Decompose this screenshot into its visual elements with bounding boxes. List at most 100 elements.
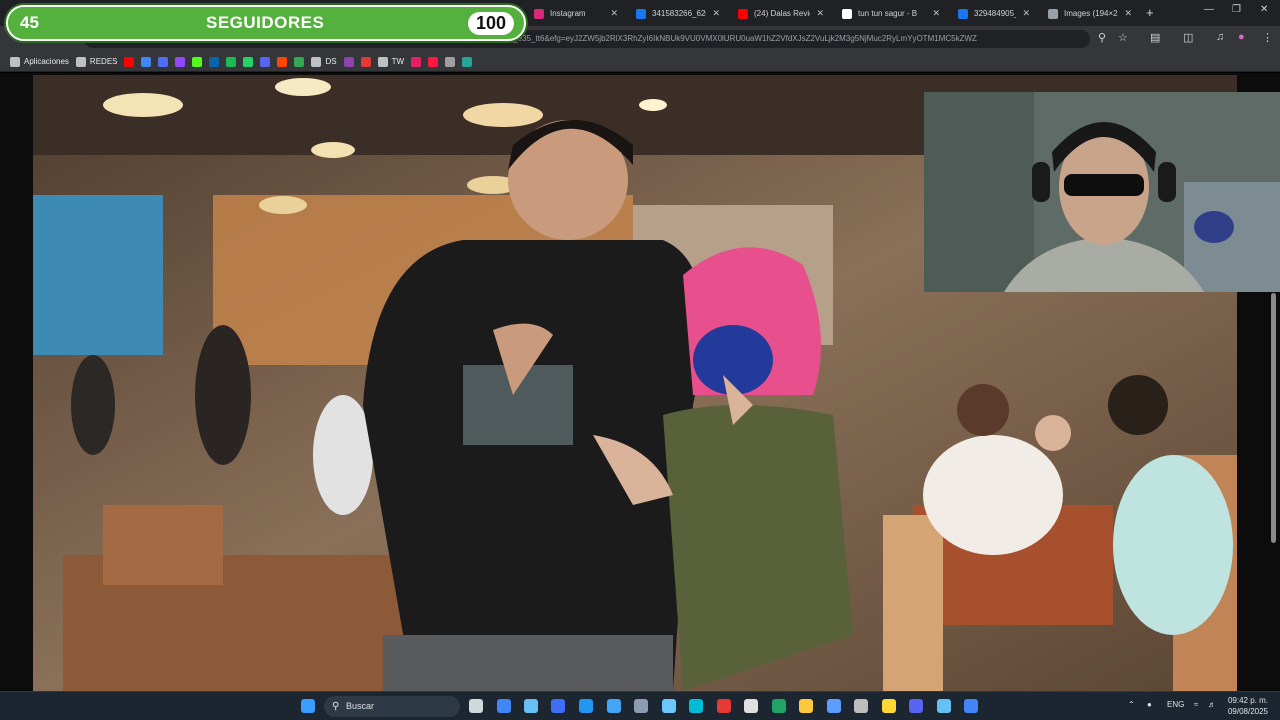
app-icon[interactable] — [744, 699, 758, 713]
browser-tab[interactable]: 329484905_8935 ✕ — [950, 3, 1038, 24]
side-panel-icon[interactable]: ◫ — [1183, 31, 1193, 44]
windows-start-icon[interactable] — [301, 699, 315, 713]
terminal-icon[interactable] — [469, 699, 483, 713]
browser-tab[interactable]: (24) Dalas Review ✕ — [730, 3, 832, 24]
app-icon[interactable] — [717, 699, 731, 713]
spotify-icon — [226, 56, 237, 67]
steam-icon[interactable] — [937, 699, 951, 713]
discord-icon — [260, 56, 271, 67]
bookmark-star-icon[interactable]: ☆ — [1118, 31, 1128, 44]
bookmark-item[interactable]: TW — [377, 56, 404, 67]
bookmark-label: REDES — [89, 57, 118, 66]
bookmark-item[interactable] — [175, 56, 186, 67]
chrome-icon[interactable] — [497, 699, 511, 713]
bookmark-item[interactable]: REDES — [75, 56, 118, 67]
bookmark-item[interactable] — [158, 56, 169, 67]
file-explorer-icon[interactable] — [799, 699, 813, 713]
app-icon[interactable] — [634, 699, 648, 713]
bookmark-item[interactable] — [294, 56, 305, 67]
followers-label: SEGUIDORES — [206, 13, 325, 32]
docs-icon — [158, 56, 169, 67]
app-icon — [343, 56, 354, 67]
close-tab-icon[interactable]: ✕ — [816, 8, 824, 19]
discord-icon[interactable] — [909, 699, 923, 713]
bookmark-item[interactable] — [428, 56, 439, 67]
close-window-icon[interactable]: ✕ — [1260, 4, 1268, 15]
facebook-icon — [636, 8, 646, 19]
instagram-icon — [534, 8, 544, 19]
volume-icon[interactable]: ♬ — [1208, 700, 1216, 709]
bookmark-item[interactable] — [343, 56, 354, 67]
media-icon[interactable]: ♫ — [1216, 31, 1224, 43]
bookmark-item[interactable] — [277, 56, 288, 67]
bookmark-item[interactable]: Aplicaciones — [10, 56, 69, 67]
bookmark-item[interactable] — [411, 56, 422, 67]
browser-tab[interactable]: tun tun sagur - B ✕ — [834, 3, 948, 24]
clock-time: 09:42 p. m. — [1227, 696, 1268, 705]
folder-icon — [377, 56, 388, 67]
clock-date: 09/08/2025 — [1227, 707, 1268, 716]
bookmark-item[interactable] — [226, 56, 237, 67]
language-indicator[interactable]: ENG — [1167, 700, 1184, 709]
app-icon — [411, 56, 422, 67]
bookmark-item[interactable]: DS — [311, 56, 337, 67]
app-icon[interactable] — [579, 699, 593, 713]
close-tab-icon[interactable]: ✕ — [932, 8, 940, 19]
system-clock[interactable]: 09:42 p. m. 09/08/2025 — [1224, 695, 1268, 717]
app-icon[interactable] — [827, 699, 841, 713]
notepad-icon[interactable] — [607, 699, 621, 713]
zoom-icon[interactable]: ⚲ — [1098, 31, 1106, 44]
minimize-icon[interactable]: — — [1204, 4, 1214, 15]
microphone-icon[interactable]: ● — [1147, 700, 1152, 709]
close-tab-icon[interactable]: ✕ — [712, 8, 720, 19]
page-scrollbar[interactable] — [1271, 293, 1276, 543]
bookmark-item[interactable] — [124, 56, 135, 67]
close-tab-icon[interactable]: ✕ — [1022, 8, 1030, 19]
bookmark-item[interactable] — [445, 56, 456, 67]
bookmark-item[interactable] — [192, 56, 203, 67]
tab-title: Images (194×25 — [1064, 9, 1119, 18]
whatsapp-icon — [243, 56, 254, 67]
kick-icon — [192, 56, 203, 67]
tab-title: Instagram — [550, 9, 586, 18]
app-icon — [445, 56, 456, 67]
browser-tab[interactable]: Images (194×25 ✕ — [1040, 3, 1140, 24]
twitch-icon — [175, 56, 186, 67]
search-icon: ⚲ — [332, 701, 340, 712]
followers-goal-bar: 45 SEGUIDORES 100 — [6, 5, 526, 41]
browser-tab[interactable]: Instagram ✕ — [526, 3, 626, 24]
bookmark-item[interactable] — [141, 56, 152, 67]
app-icon — [294, 56, 305, 67]
followers-goal-count: 100 — [467, 12, 514, 35]
bookmark-label: Aplicaciones — [24, 57, 69, 66]
steam-icon[interactable] — [524, 699, 538, 713]
webcam-overlay — [924, 92, 1280, 292]
close-tab-icon[interactable]: ✕ — [610, 8, 618, 19]
app-icon[interactable] — [882, 699, 896, 713]
extensions-icon[interactable]: ▤ — [1150, 31, 1160, 44]
new-tab-button[interactable]: + — [1146, 5, 1154, 20]
tray-chevron-icon[interactable]: ⌃ — [1128, 700, 1135, 709]
google-icon — [842, 8, 852, 19]
app-icon[interactable] — [551, 699, 565, 713]
excel-icon[interactable] — [772, 699, 786, 713]
bookmark-item[interactable] — [209, 56, 220, 67]
bookmark-item[interactable] — [462, 56, 473, 67]
app-icon[interactable] — [689, 699, 703, 713]
menu-kebab-icon[interactable]: ⋮ — [1262, 31, 1273, 44]
app-icon[interactable] — [662, 699, 676, 713]
screen: YouTube Music✕Encuentra 'formu✕KickBot: … — [0, 0, 1280, 720]
wifi-icon[interactable]: ≈ — [1194, 700, 1198, 709]
maximize-icon[interactable]: ❐ — [1232, 4, 1241, 15]
bookmark-item[interactable] — [243, 56, 254, 67]
app-icon[interactable] — [854, 699, 868, 713]
chrome-icon[interactable] — [964, 699, 978, 713]
bookmark-item[interactable] — [360, 56, 371, 67]
close-tab-icon[interactable]: ✕ — [1124, 8, 1132, 19]
browser-tab[interactable]: 341583266_620 ✕ — [628, 3, 728, 24]
profile-avatar-icon[interactable]: ● — [1238, 31, 1245, 43]
webcam-image — [924, 92, 1280, 292]
taskbar-search[interactable]: ⚲ Buscar — [324, 696, 460, 717]
bookmark-label: DS — [325, 57, 337, 66]
bookmark-item[interactable] — [260, 56, 271, 67]
